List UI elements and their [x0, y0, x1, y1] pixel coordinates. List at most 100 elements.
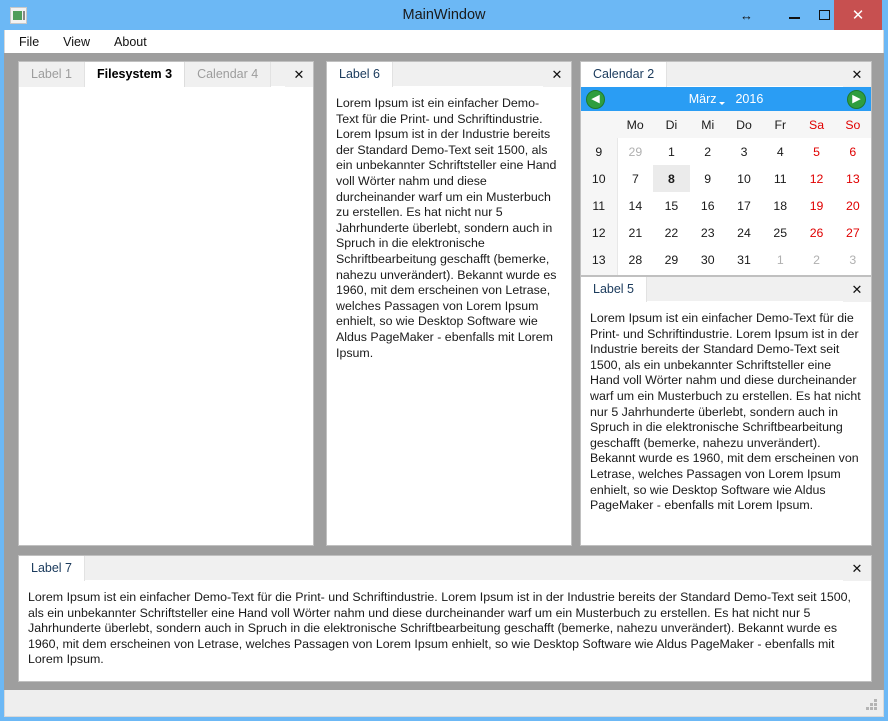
panel-label-7: Label 7 ✕ Lorem Ipsum ist ein einfacher … — [18, 555, 872, 682]
calendar-day-header-do: Do — [725, 111, 763, 138]
calendar-day-cell[interactable]: 3 — [726, 138, 762, 165]
chevron-down-icon — [719, 102, 726, 105]
calendar-day-cell[interactable]: 16 — [690, 192, 726, 219]
calendar-day-cell[interactable]: 7 — [726, 273, 762, 275]
panel-close-label-5[interactable]: ✕ — [843, 277, 871, 302]
calendar-day-cell[interactable]: 29 — [617, 138, 653, 165]
calendar-week-number: 9 — [581, 138, 618, 165]
calendar-day-cell[interactable]: 2 — [690, 138, 726, 165]
calendar-day-cell[interactable]: 4 — [617, 273, 653, 275]
calendar-day-cell[interactable]: 5 — [798, 138, 834, 165]
tab-row-left: Label 1 Filesystem 3 Calendar 4 ✕ — [19, 62, 313, 87]
close-window-button[interactable]: ✕ — [834, 0, 882, 30]
calendar-week-row: 13 28 29 30 31 1 2 3 — [581, 246, 871, 273]
calendar-day-cell[interactable]: 15 — [653, 192, 689, 219]
calendar-day-cell[interactable]: 26 — [798, 219, 834, 246]
tab-label-6[interactable]: Label 6 — [327, 62, 394, 87]
main-window: MainWindow ↔ ✕ File View About Label 1 F… — [0, 0, 888, 721]
calendar-day-cell[interactable]: 14 — [617, 192, 653, 219]
calendar-day-cell[interactable]: 11 — [762, 165, 798, 192]
calendar-day-cell[interactable]: 25 — [762, 219, 798, 246]
tab-calendar-4[interactable]: Calendar 4 — [185, 62, 272, 87]
calendar-week-number: 14 — [581, 273, 618, 275]
tab-label-5[interactable]: Label 5 — [581, 277, 648, 302]
calendar-header: ◀ März 2016 ▶ — [581, 87, 871, 111]
calendar-day-cell[interactable]: 2 — [798, 246, 834, 273]
panel-body-calendar: ◀ März 2016 ▶ Mo Di Mi Do Fr Sa So 9 29 … — [581, 87, 871, 275]
calendar-day-cell[interactable]: 28 — [617, 246, 653, 273]
menu-item-view[interactable]: View — [53, 32, 100, 52]
calendar-day-cell[interactable]: 5 — [653, 273, 689, 275]
calendar-day-cell[interactable]: 9 — [798, 273, 834, 275]
calendar-day-cell[interactable]: 27 — [835, 219, 871, 246]
tab-row-middle: Label 6 ✕ — [327, 62, 571, 87]
calendar-day-cell[interactable]: 4 — [762, 138, 798, 165]
calendar-day-cell[interactable]: 30 — [690, 246, 726, 273]
calendar-week-row: 9 29 1 2 3 4 5 6 — [581, 138, 871, 165]
calendar-day-cell[interactable]: 10 — [835, 273, 871, 275]
calendar-day-cell[interactable]: 17 — [726, 192, 762, 219]
calendar-day-cell[interactable]: 24 — [726, 219, 762, 246]
calendar-week-number: 13 — [581, 246, 618, 273]
tab-row-calendar: Calendar 2 ✕ — [581, 62, 871, 87]
panel-body-label-6: Lorem Ipsum ist ein einfacher Demo-Text … — [327, 87, 571, 545]
calendar-day-cell[interactable]: 10 — [726, 165, 762, 192]
calendar-day-cell[interactable]: 19 — [798, 192, 834, 219]
tab-label-1[interactable]: Label 1 — [19, 62, 86, 87]
calendar-day-cell[interactable]: 18 — [762, 192, 798, 219]
calendar-day-cell[interactable]: 7 — [617, 165, 653, 192]
calendar-prev-month-icon[interactable]: ◀ — [586, 89, 605, 109]
double-arrow-icon: ↔ — [740, 7, 753, 23]
calendar-day-header-mo: Mo — [617, 111, 654, 138]
title-bar: MainWindow ↔ ✕ — [0, 0, 888, 30]
calendar-week-row: 11 14 15 16 17 18 19 20 — [581, 192, 871, 219]
restore-size-button[interactable]: ↔ — [726, 0, 766, 30]
panel-filesystem: Label 1 Filesystem 3 Calendar 4 ✕ — [18, 61, 314, 546]
calendar-year-label[interactable]: 2016 — [729, 92, 763, 106]
calendar-week-row: 1445678910 — [581, 273, 871, 275]
calendar-day-cell[interactable]: 23 — [690, 219, 726, 246]
calendar-month-label: März — [688, 92, 717, 106]
panel-label-5: Label 5 ✕ Lorem Ipsum ist ein einfacher … — [580, 276, 872, 546]
calendar-day-cell[interactable]: 8 — [762, 273, 798, 275]
panel-body-label-7: Lorem Ipsum ist ein einfacher Demo-Text … — [19, 581, 871, 681]
calendar-day-cell[interactable]: 31 — [726, 246, 762, 273]
menu-item-about[interactable]: About — [104, 32, 157, 52]
calendar-day-cell[interactable]: 3 — [835, 246, 871, 273]
panel-close-label-7[interactable]: ✕ — [843, 556, 871, 581]
calendar-day-cell[interactable]: 6 — [690, 273, 726, 275]
calendar-grid-head: Mo Di Mi Do Fr Sa So — [581, 111, 871, 138]
calendar-next-month-icon[interactable]: ▶ — [847, 89, 866, 109]
calendar-day-cell[interactable]: 9 — [690, 165, 726, 192]
calendar-day-cell[interactable]: 13 — [835, 165, 871, 192]
calendar-day-cell[interactable]: 1 — [762, 246, 798, 273]
calendar-day-cell[interactable]: 8 — [653, 165, 690, 192]
tab-label-7[interactable]: Label 7 — [19, 556, 86, 581]
calendar-week-row: 10 7 8 9 10 11 12 13 — [581, 165, 871, 192]
calendar-day-cell[interactable]: 20 — [835, 192, 871, 219]
panel-close-calendar[interactable]: ✕ — [843, 62, 871, 87]
tab-filesystem-3[interactable]: Filesystem 3 — [85, 62, 186, 87]
calendar-day-header-fr: Fr — [762, 111, 799, 138]
calendar-day-cell[interactable]: 29 — [653, 246, 689, 273]
panel-label-6: Label 6 ✕ Lorem Ipsum ist ein einfacher … — [326, 61, 572, 546]
panel-close-middle[interactable]: ✕ — [543, 62, 571, 87]
calendar-day-cell[interactable]: 22 — [653, 219, 689, 246]
calendar-day-cell[interactable]: 6 — [835, 138, 871, 165]
panel-calendar-2: Calendar 2 ✕ ◀ März 2016 ▶ Mo Di Mi Do F… — [580, 61, 872, 276]
panel-middle-text: Lorem Ipsum ist ein einfacher Demo-Text … — [336, 96, 557, 360]
calendar-month-selector[interactable]: März — [689, 92, 726, 106]
resize-grip-icon[interactable] — [865, 699, 878, 712]
calendar-week-row: 12 21 22 23 24 25 26 27 — [581, 219, 871, 246]
panel-close-left[interactable]: ✕ — [285, 62, 313, 87]
calendar-day-cell[interactable]: 21 — [617, 219, 653, 246]
calendar-day-cell[interactable]: 12 — [798, 165, 834, 192]
close-icon: ✕ — [851, 6, 865, 24]
tab-calendar-2[interactable]: Calendar 2 — [581, 62, 668, 87]
calendar-week-number: 11 — [581, 192, 618, 219]
menu-item-file[interactable]: File — [9, 32, 49, 52]
calendar-week-number: 12 — [581, 219, 618, 246]
calendar-day-cell[interactable]: 1 — [653, 138, 689, 165]
calendar-grid-body: 9 29 1 2 3 4 5 6 10 7 8 9 10 11 12 13 11 14 15 16 17 18 19 20 12… — [581, 138, 871, 275]
tab-row-label-7: Label 7 ✕ — [19, 556, 871, 581]
